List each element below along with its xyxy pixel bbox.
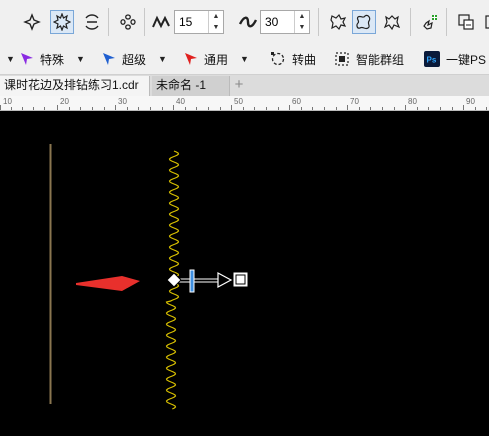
amplitude-input[interactable]: 15 ▲ ▼ — [174, 10, 224, 34]
plugin-toolbar: ▼ 特殊 ▼ 超级 ▼ 通用 ▼ 转曲 智能群组 Ps 一键PS — [0, 44, 489, 75]
ruler-label: 20 — [60, 97, 69, 106]
convert-curve-button[interactable]: 转曲 — [270, 50, 316, 68]
frequency-value: 30 — [265, 15, 279, 29]
separator — [318, 8, 319, 36]
svg-text:Ps: Ps — [427, 56, 437, 65]
frequency-input[interactable]: 30 ▲ ▼ — [260, 10, 310, 34]
one-key-ps-button[interactable]: Ps 一键PS — [424, 50, 486, 68]
ruler-label: 10 — [3, 97, 12, 106]
zipper-frequency-icon — [236, 10, 260, 34]
special-menu[interactable]: 特殊 ▼ — [20, 50, 85, 68]
tab-document-2[interactable]: 未命名 -1 — [152, 76, 230, 96]
red-arrow-pointer — [76, 276, 140, 291]
separator — [144, 8, 145, 36]
general-menu[interactable]: 通用 ▼ — [184, 50, 249, 68]
distortion-twister-icon[interactable] — [80, 10, 104, 34]
tab-label: 课时花边及排钻练习1.cdr — [4, 78, 139, 92]
drawing-canvas[interactable] — [0, 111, 489, 436]
ruler-label: 50 — [234, 97, 243, 106]
tab-label: 未命名 -1 — [156, 78, 207, 92]
super-menu[interactable]: 超级 ▼ — [102, 50, 167, 68]
amplitude-value: 15 — [179, 15, 193, 29]
distortion-push-pull-icon[interactable] — [20, 10, 44, 34]
smart-group-button[interactable]: 智能群组 — [334, 50, 404, 68]
random-distortion-icon[interactable] — [326, 10, 350, 34]
photoshop-icon: Ps — [424, 51, 440, 67]
special-arrow-icon — [20, 52, 34, 66]
document-tabs: 课时花边及排钻练习1.cdr 未命名 -1 + — [0, 75, 489, 96]
general-arrow-icon — [184, 52, 198, 66]
separator — [410, 8, 411, 36]
smart-group-icon — [334, 51, 350, 67]
tab-document-1[interactable]: 课时花边及排钻练习1.cdr — [0, 76, 150, 96]
smart-group-label: 智能群组 — [356, 52, 405, 67]
general-label: 通用 — [204, 52, 229, 67]
separator — [108, 8, 109, 36]
separator — [446, 8, 447, 36]
ruler-label: 90 — [466, 97, 475, 106]
center-distortion-icon[interactable] — [418, 10, 442, 34]
zipper-amplitude-icon — [150, 10, 174, 34]
new-tab-icon[interactable]: + — [232, 77, 246, 94]
distortion-end-handle-inner — [235, 274, 246, 285]
local-distortion-icon[interactable] — [380, 10, 404, 34]
frequency-slider-handle[interactable] — [189, 269, 195, 293]
property-toolbar: 15 ▲ ▼ 30 ▲ ▼ — [0, 0, 489, 45]
ruler-label: 60 — [292, 97, 301, 106]
horizontal-ruler: 10 20 30 40 50 60 70 80 90 — [0, 96, 489, 111]
smooth-distortion-icon[interactable] — [352, 10, 376, 34]
chevron-down-icon: ▼ — [158, 54, 167, 64]
special-label: 特殊 — [40, 52, 65, 67]
distortion-zipper-icon[interactable] — [50, 10, 74, 34]
clear-distortion-icon[interactable] — [478, 10, 489, 34]
distortion-direction-arrow — [217, 271, 233, 289]
copy-distortion-icon[interactable] — [454, 10, 478, 34]
ruler-label: 30 — [118, 97, 127, 106]
add-new-distortion-icon[interactable] — [116, 10, 140, 34]
frequency-stepper[interactable]: ▲ ▼ — [294, 11, 309, 33]
super-label: 超级 — [122, 52, 147, 67]
super-arrow-icon — [102, 52, 116, 66]
convert-curve-icon — [270, 51, 286, 67]
convert-curve-label: 转曲 — [292, 52, 317, 67]
one-key-ps-label: 一键PS — [446, 52, 487, 67]
ruler-label: 70 — [350, 97, 359, 106]
amplitude-stepper[interactable]: ▲ ▼ — [208, 11, 223, 33]
dropdown-arrow[interactable]: ▼ — [6, 54, 15, 64]
ruler-label: 40 — [176, 97, 185, 106]
chevron-down-icon: ▼ — [240, 54, 249, 64]
ruler-label: 80 — [408, 97, 417, 106]
chevron-down-icon: ▼ — [76, 54, 85, 64]
